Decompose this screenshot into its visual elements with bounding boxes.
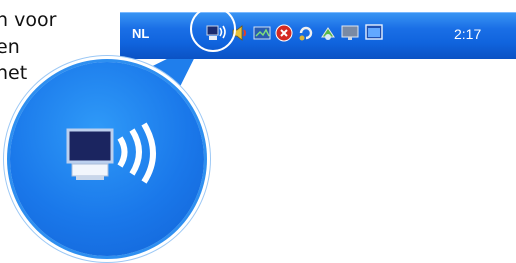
update-icon[interactable] — [296, 23, 316, 43]
taskbar-notification-area: NL 2:17 — [120, 12, 516, 59]
system-clock[interactable]: 2:17 — [454, 26, 481, 42]
window-icon[interactable] — [364, 23, 384, 43]
device-icon[interactable] — [318, 23, 338, 43]
security-shield-icon[interactable] — [274, 23, 294, 43]
display-settings-icon[interactable] — [340, 23, 360, 43]
language-indicator[interactable]: NL — [132, 26, 149, 41]
monitor-icon[interactable] — [252, 23, 272, 43]
wireless-network-icon — [66, 122, 156, 184]
magnifier-circle — [10, 62, 204, 256]
highlight-ring — [190, 6, 236, 52]
